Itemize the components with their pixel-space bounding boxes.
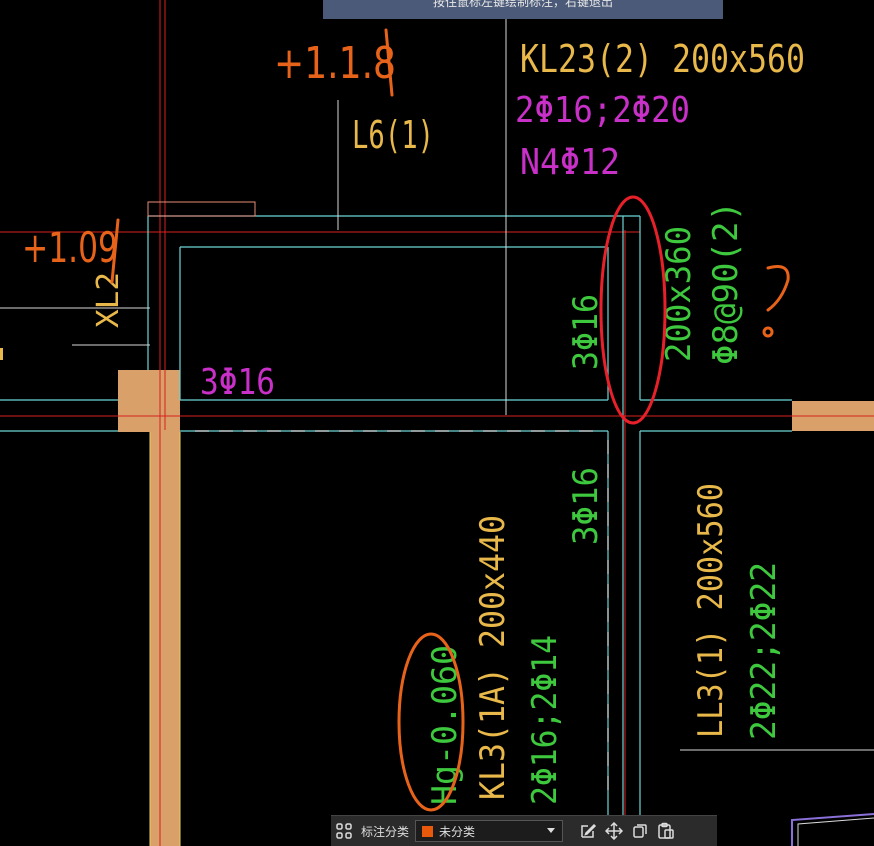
grid-apps-icon[interactable]	[331, 818, 357, 844]
hint-bar: 按住鼠标左键绘制标注，右键退出	[323, 0, 723, 19]
xl2-name-label: XL2	[91, 272, 126, 328]
wall-left-vertical	[150, 432, 180, 846]
column-left	[118, 370, 180, 432]
bottom-left-rebar-label: 3Φ16	[200, 362, 275, 403]
kl3-elevation-label: Hg-0.060	[425, 645, 465, 805]
kl23-side-label: N4Φ12	[520, 142, 620, 183]
markup-top-text: +1.1.8	[274, 38, 396, 89]
move-icon[interactable]	[601, 818, 627, 844]
drawing-canvas[interactable]: KL23(2) 200x560 2Φ16;2Φ20 N4Φ12 L6(1) 3Φ…	[0, 0, 874, 846]
cad-viewport[interactable]: KL23(2) 200x560 2Φ16;2Φ20 N4Φ12 L6(1) 3Φ…	[0, 0, 874, 846]
ll3-rebar-label: 2Φ22;2Φ22	[744, 562, 784, 740]
markup-left-text: +1.09	[22, 223, 118, 272]
vertical-stirrup-label: Φ8@90(2)	[706, 201, 746, 365]
ll3-name-label: LL3(1) 200x560	[691, 483, 731, 738]
category-select[interactable]: 未分类	[415, 820, 564, 842]
chevron-down-icon	[547, 828, 556, 833]
edit-icon[interactable]	[575, 818, 601, 844]
kl23-name-label: KL23(2) 200x560	[520, 37, 805, 81]
kl3-rebar-label: 2Φ16;2Φ14	[525, 635, 565, 805]
paste-icon[interactable]	[653, 818, 679, 844]
category-color-swatch	[422, 825, 434, 837]
category-value: 未分类	[439, 824, 476, 839]
corner-panel-fragment	[791, 813, 874, 846]
markup-ellipse-vertical	[599, 195, 667, 425]
category-label: 标注分类	[361, 824, 410, 839]
copy-icon[interactable]	[627, 818, 653, 844]
vertical-rebar-lower-label: 3Φ16	[566, 467, 606, 545]
kl23-rebar-label: 2Φ16;2Φ20	[515, 90, 690, 131]
annotation-toolbar: 标注分类 未分类	[331, 815, 717, 846]
kl3-name-label: KL3(1A) 200x440	[473, 515, 513, 800]
l6-name-label: L6(1)	[352, 113, 434, 157]
hint-text: 按住鼠标左键绘制标注，右键退出	[432, 0, 613, 9]
